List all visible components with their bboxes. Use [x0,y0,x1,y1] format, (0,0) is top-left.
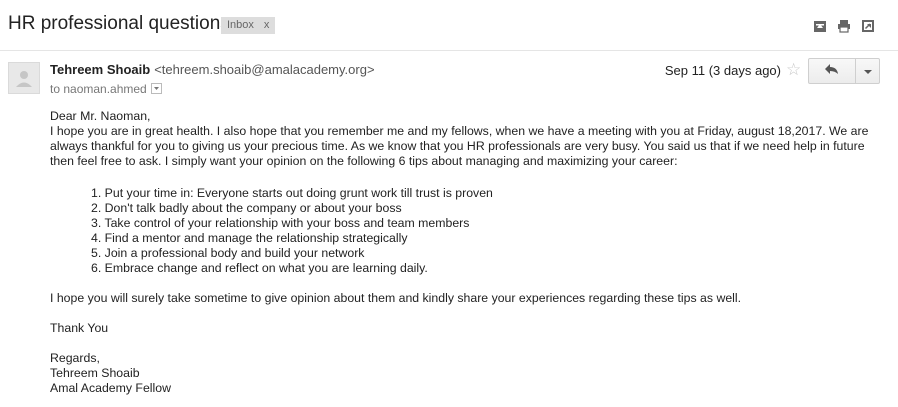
list-item: 5. Join a professional body and build yo… [91,246,365,260]
more-actions-button[interactable] [855,58,880,84]
email-date: Sep 11 (3 days ago) [664,63,781,78]
list-item: 6. Embrace change and reflect on what yo… [91,261,428,275]
email-body: Dear Mr. Naoman, I hope you are in great… [50,109,880,396]
show-details-icon[interactable] [150,83,162,94]
signature-name: Tehreem Shoaib [50,366,140,380]
print-icon[interactable] [837,19,851,33]
reply-button[interactable] [808,58,856,84]
list-item: 1. Put your time in: Everyone starts out… [91,186,493,200]
label-text: Inbox [227,19,254,31]
thread-actions [813,19,875,33]
remove-label-button[interactable]: x [264,19,270,31]
list-item: 2. Don't talk badly about the company or… [91,201,402,215]
recipient-text: to naoman.ahmed [50,82,147,96]
recipient-line: to naoman.ahmed [50,82,162,96]
chevron-down-icon [863,62,872,80]
email-subject: HR professional questions [8,13,230,34]
archive-icon[interactable] [813,19,827,33]
list-item: 4. Find a mentor and manage the relation… [91,231,408,245]
sender-line: Tehreem Shoaib <tehreem.shoaib@amalacadem… [50,62,375,77]
sender-name[interactable]: Tehreem Shoaib [50,62,150,77]
signature-title: Amal Academy Fellow [50,381,171,395]
star-icon[interactable]: ☆ [786,60,801,80]
reply-icon [824,62,840,80]
regards-line: Regards, [50,351,100,365]
subject-bar: HR professional questions Inbox x [0,0,898,51]
thanks-line: Thank You [50,321,109,335]
tips-list: 1. Put your time in: Everyone starts out… [50,186,880,276]
intro-paragraph: I hope you are in great health. I also h… [50,124,869,168]
new-window-icon[interactable] [861,19,875,33]
list-item: 3. Take control of your relationship wit… [91,216,470,230]
greeting: Dear Mr. Naoman, [50,109,151,123]
sender-email: <tehreem.shoaib@amalacademy.org> [154,62,375,77]
closing-request: I hope you will surely take sometime to … [50,291,742,305]
inbox-label-chip[interactable]: Inbox x [221,17,276,34]
avatar-icon [8,62,40,94]
